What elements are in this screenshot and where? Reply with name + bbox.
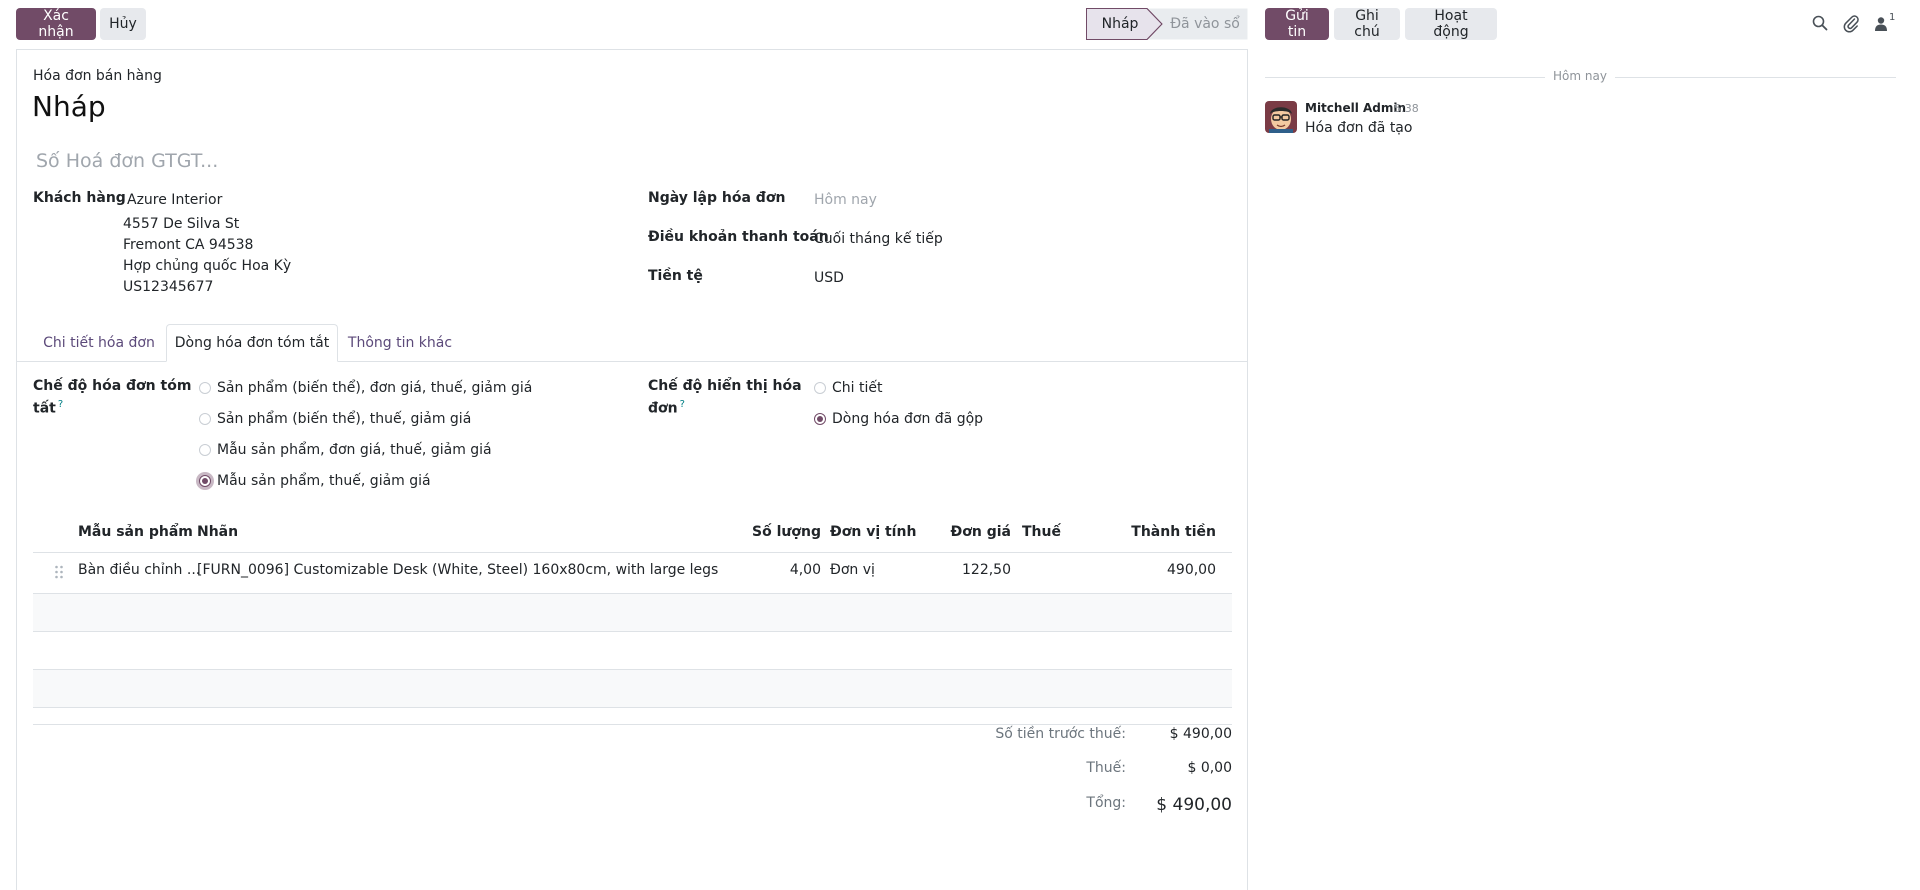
summary-option-label: Mẫu sản phẩm, thuế, giảm giá xyxy=(217,473,431,489)
column-header-unit-price[interactable]: Đơn giá xyxy=(931,524,1011,540)
follower-count: 1 xyxy=(1889,12,1896,23)
avatar[interactable] xyxy=(1265,101,1297,133)
table-cell-subtotal[interactable]: 490,00 xyxy=(1096,562,1216,578)
customer-label: Khách hàng xyxy=(33,190,126,206)
tab-other-info[interactable]: Thông tin khác xyxy=(340,324,460,362)
summary-option-1[interactable]: Sản phẩm (biến thể), đơn giá, thuế, giảm… xyxy=(199,380,532,396)
untaxed-amount-value: $ 490,00 xyxy=(1169,726,1232,742)
table-cell-quantity[interactable]: 4,00 xyxy=(741,562,821,578)
summary-option-4[interactable]: Mẫu sản phẩm, thuế, giảm giá xyxy=(199,473,431,489)
paperclip-icon-svg xyxy=(1843,15,1859,33)
status-step-draft[interactable]: Nháp xyxy=(1086,8,1154,40)
radio-button[interactable] xyxy=(199,382,211,394)
vat-number-input[interactable]: Số Hoá đơn GTGT... xyxy=(36,150,218,172)
table-empty-row xyxy=(33,632,1232,669)
help-icon[interactable]: ? xyxy=(58,399,63,410)
table-cell-product-template[interactable]: Bàn điều chỉnh ... xyxy=(78,562,200,578)
tax-amount-label: Thuế: xyxy=(1086,760,1126,776)
display-option-label: Dòng hóa đơn đã gộp xyxy=(832,411,984,427)
user-icon xyxy=(1875,17,1887,31)
followers-button[interactable]: 1 xyxy=(1874,12,1898,32)
column-header-product-template[interactable]: Mẫu sản phẩm xyxy=(78,524,193,540)
table-header-divider xyxy=(33,552,1232,553)
document-type: Hóa đơn bán hàng xyxy=(33,68,162,84)
search-icon[interactable] xyxy=(1811,14,1829,32)
display-mode-label-line1: Chế độ hiển thị hóa xyxy=(648,378,802,394)
summary-mode-label-line2: tất xyxy=(33,400,56,417)
radio-button[interactable] xyxy=(199,444,211,456)
drag-handle-icon[interactable] xyxy=(54,564,64,580)
status-step-posted[interactable]: Đã vào sổ xyxy=(1162,8,1248,40)
message-author[interactable]: Mitchell Admin xyxy=(1305,101,1406,115)
display-option-1[interactable]: Chi tiết xyxy=(814,380,882,396)
summary-option-label: Mẫu sản phẩm, đơn giá, thuế, giảm giá xyxy=(217,442,492,458)
activity-button[interactable]: Hoạt động xyxy=(1405,8,1497,40)
total-amount-value: $ 490,00 xyxy=(1156,795,1232,815)
page-title: Nháp xyxy=(32,90,106,123)
date-separator: Hôm nay xyxy=(1553,69,1607,83)
total-amount-label: Tổng: xyxy=(1086,795,1126,811)
radio-button-checked[interactable] xyxy=(814,413,826,425)
column-header-label[interactable]: Nhãn xyxy=(197,524,238,540)
payment-terms-label: Điều khoản thanh toán xyxy=(648,229,829,245)
summary-option-label: Sản phẩm (biến thể), thuế, giảm giá xyxy=(217,411,472,427)
customer-address-line-4: US12345677 xyxy=(123,279,214,295)
column-header-subtotal[interactable]: Thành tiền xyxy=(1096,524,1216,540)
radio-button-checked[interactable] xyxy=(199,475,211,487)
untaxed-amount-label: Số tiền trước thuế: xyxy=(995,726,1126,742)
log-note-button[interactable]: Ghi chú xyxy=(1334,8,1400,40)
display-option-2[interactable]: Dòng hóa đơn đã gộp xyxy=(814,411,983,427)
currency-label: Tiền tệ xyxy=(648,268,703,284)
display-mode-label-2: đơn? xyxy=(648,399,685,417)
invoice-date-label: Ngày lập hóa đơn xyxy=(648,190,786,206)
summary-mode-label-line1: Chế độ hóa đơn tóm xyxy=(33,378,192,394)
tax-amount-value: $ 0,00 xyxy=(1187,760,1232,776)
column-header-tax[interactable]: Thuế xyxy=(1022,524,1061,540)
help-icon[interactable]: ? xyxy=(680,399,685,410)
radio-button[interactable] xyxy=(814,382,826,394)
date-separator-line-right xyxy=(1615,77,1896,78)
table-empty-row xyxy=(33,670,1232,707)
send-message-button[interactable]: Gửi tin xyxy=(1265,8,1329,40)
cancel-button[interactable]: Hủy xyxy=(100,8,146,40)
display-mode-label-line2: đơn xyxy=(648,400,678,417)
table-empty-row xyxy=(33,594,1232,631)
tab-summary-lines[interactable]: Dòng hóa đơn tóm tắt xyxy=(166,324,338,362)
customer-address-line-1: 4557 De Silva St xyxy=(123,216,240,232)
display-option-label: Chi tiết xyxy=(832,380,883,396)
currency-field[interactable]: USD xyxy=(814,270,844,286)
totals-divider xyxy=(33,724,1232,725)
customer-field[interactable]: Azure Interior xyxy=(127,192,222,208)
radio-button[interactable] xyxy=(199,413,211,425)
summary-mode-label: Chế độ hóa đơn tóm xyxy=(33,378,191,394)
customer-address-line-2: Fremont CA 94538 xyxy=(123,237,254,253)
drag-handle-icon-svg xyxy=(55,565,63,579)
search-icon-svg xyxy=(1812,15,1828,31)
tab-invoice-lines[interactable]: Chi tiết hóa đơn xyxy=(33,324,165,362)
column-header-uom[interactable]: Đơn vị tính xyxy=(830,524,916,540)
table-cell-label[interactable]: [FURN_0096] Customizable Desk (White, St… xyxy=(197,562,718,578)
payment-terms-field[interactable]: Cuối tháng kế tiếp xyxy=(814,231,943,247)
message-body: Hóa đơn đã tạo xyxy=(1305,120,1413,136)
confirm-button[interactable]: Xác nhận xyxy=(16,8,96,40)
column-header-quantity[interactable]: Số lượng xyxy=(741,524,821,540)
summary-option-3[interactable]: Mẫu sản phẩm, đơn giá, thuế, giảm giá xyxy=(199,442,492,458)
summary-mode-label-2: tất? xyxy=(33,399,63,417)
date-separator-line-left xyxy=(1265,77,1545,78)
table-row-divider xyxy=(33,707,1232,708)
message-time: 5:38 xyxy=(1394,102,1419,115)
table-cell-unit-price[interactable]: 122,50 xyxy=(931,562,1011,578)
summary-option-label: Sản phẩm (biến thể), đơn giá, thuế, giảm… xyxy=(217,380,533,396)
avatar-image xyxy=(1265,101,1297,133)
table-cell-uom[interactable]: Đơn vị xyxy=(830,562,875,578)
customer-address-line-3: Hợp chủng quốc Hoa Kỳ xyxy=(123,258,292,274)
summary-option-2[interactable]: Sản phẩm (biến thể), thuế, giảm giá xyxy=(199,411,471,427)
display-mode-label: Chế độ hiển thị hóa xyxy=(648,378,802,394)
invoice-date-input[interactable]: Hôm nay xyxy=(814,192,877,208)
paperclip-icon[interactable] xyxy=(1842,13,1860,33)
